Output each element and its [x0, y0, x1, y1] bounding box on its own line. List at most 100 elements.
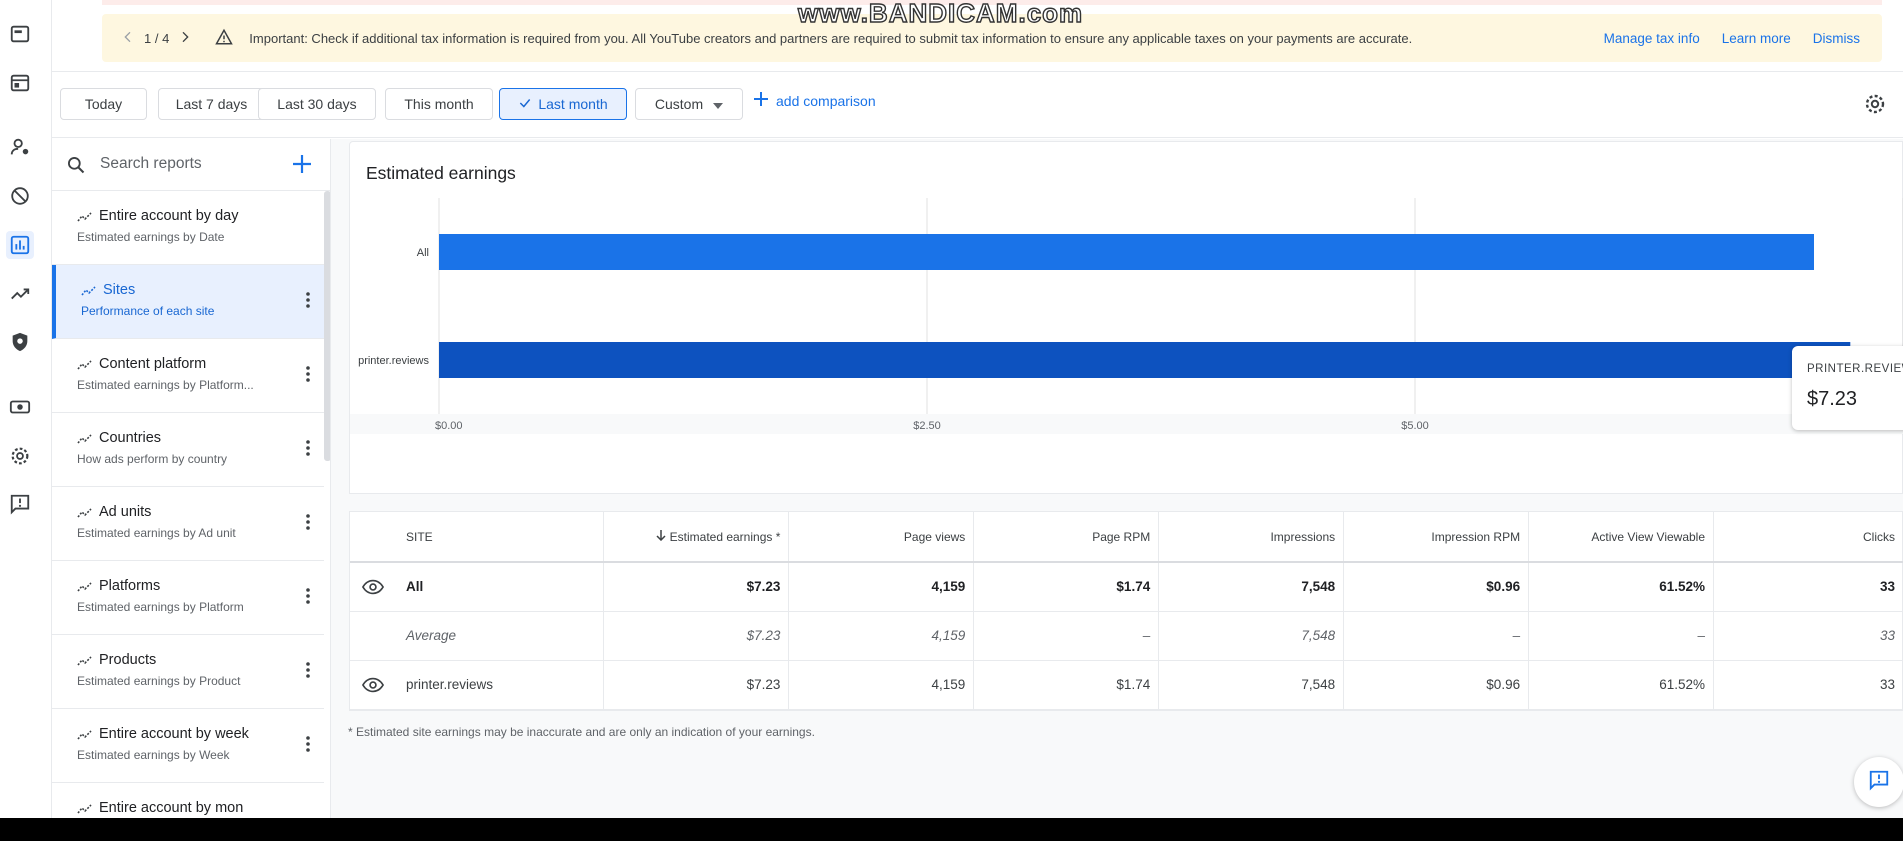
y-category-label: printer.reviews [358, 355, 429, 367]
column-header[interactable]: Clicks [1713, 512, 1903, 563]
privacy-icon[interactable] [6, 328, 34, 356]
more-vert-icon[interactable] [306, 514, 310, 535]
settings-gear-icon[interactable] [1863, 92, 1887, 121]
block-icon[interactable] [6, 182, 34, 210]
chart-card: Estimated earnings $0.00$2.50$5.00$7.50A… [349, 141, 1903, 494]
table-footnote: * Estimated site earnings may be inaccur… [348, 725, 815, 739]
sidebar-item-report[interactable]: Platforms Estimated earnings by Platform [52, 561, 324, 635]
sidebar-item-title: Products [99, 652, 157, 668]
visibility-eye-icon[interactable] [361, 579, 385, 598]
table-cell: 33 [1713, 562, 1903, 612]
table-cell: 7,548 [1158, 562, 1345, 612]
sidebar-scrollbar[interactable] [324, 191, 330, 461]
chevron-left-icon[interactable] [120, 29, 136, 48]
sidebar-item-subtitle: Estimated earnings by Week [77, 748, 230, 762]
report-chart-icon [77, 728, 93, 746]
more-vert-icon[interactable] [306, 588, 310, 609]
table-header-row: SITE Estimated earnings * Page views Page R… [350, 512, 1903, 563]
sidebar-item-report[interactable]: Entire account by mon [52, 783, 324, 818]
table-cell: 61.52% [1528, 562, 1715, 612]
chip-this-month[interactable]: This month [385, 88, 493, 120]
dropdown-arrow-icon [713, 96, 724, 112]
column-header[interactable]: Active View Viewable [1528, 512, 1715, 563]
dismiss-link[interactable]: Dismiss [1813, 31, 1860, 46]
date-filter-bar: Today Last 7 days Last 30 days This mont… [52, 72, 1903, 138]
tooltip-value: $7.23 [1807, 388, 1858, 410]
sidebar-item-report[interactable]: Sites Performance of each site [52, 265, 324, 339]
add-report-icon[interactable] [292, 154, 312, 179]
manage-tax-info-link[interactable]: Manage tax info [1604, 31, 1700, 46]
sidebar-item-report[interactable]: Countries How ads perform by country [52, 413, 324, 487]
row-site-label: printer.reviews [406, 677, 494, 692]
column-header-site[interactable]: SITE [350, 512, 605, 563]
more-vert-icon[interactable] [306, 292, 310, 313]
row-site-cell: All [350, 562, 605, 612]
sidebar-item-title: Entire account by week [99, 726, 249, 742]
page-layout-icon[interactable] [6, 69, 34, 97]
row-site-cell: printer.reviews [350, 660, 605, 710]
column-header[interactable]: Impression RPM [1343, 512, 1530, 563]
more-vert-icon[interactable] [306, 440, 310, 461]
chip-today[interactable]: Today [60, 88, 147, 120]
payments-icon[interactable] [6, 393, 34, 421]
sidebar-item-report[interactable]: Ad units Estimated earnings by Ad unit [52, 487, 324, 561]
table-cell: $0.96 [1343, 660, 1530, 710]
feedback-icon[interactable] [6, 490, 34, 518]
account-access-icon[interactable] [6, 133, 34, 161]
visibility-eye-icon[interactable] [361, 677, 385, 696]
chip-custom[interactable]: Custom [635, 88, 743, 120]
column-header-estimated-earnings[interactable]: Estimated earnings * [603, 512, 790, 563]
report-search[interactable]: Search reports [52, 139, 330, 191]
report-chart-icon [77, 654, 93, 672]
sidebar-item-report[interactable]: Content platform Estimated earnings by Pl… [52, 339, 324, 413]
chevron-right-icon[interactable] [177, 29, 193, 48]
chip-custom-label: Custom [654, 96, 704, 112]
sidebar-item-subtitle: Performance of each site [81, 304, 215, 318]
dashboard-icon[interactable] [6, 20, 34, 48]
column-header[interactable]: Page RPM [973, 512, 1160, 563]
column-header[interactable]: Page views [788, 512, 975, 563]
table-cell: – [1528, 611, 1715, 661]
report-chart-icon [77, 580, 93, 598]
chip-last-month[interactable]: Last month [499, 88, 627, 120]
tooltip-label: PRINTER.REVIEWS [1807, 363, 1903, 375]
search-reports-input[interactable]: Search reports [100, 155, 202, 173]
bar-site [439, 342, 1851, 378]
table-cell: $0.96 [1343, 562, 1530, 612]
check-icon [518, 96, 532, 113]
settings-icon[interactable] [6, 442, 34, 470]
sidebar-item-subtitle: How ads perform by country [77, 452, 228, 466]
chip-last-7-days[interactable]: Last 7 days [158, 88, 265, 120]
table-cell: 4,159 [788, 562, 975, 612]
add-comparison-button[interactable]: add comparison [754, 92, 876, 109]
add-comparison-label: add comparison [776, 92, 876, 109]
reports-icon[interactable] [6, 231, 34, 259]
report-table: SITE Estimated earnings * Page views Page R… [349, 511, 1903, 711]
sidebar-item-report[interactable]: Entire account by day Estimated earnings … [52, 191, 324, 265]
column-header-label: Estimated earnings * [669, 529, 781, 544]
sidebar-item-subtitle: Estimated earnings by Platform [77, 600, 244, 614]
sidebar-item-title: Platforms [99, 578, 161, 594]
row-site-cell: Average [350, 611, 605, 661]
table-cell: $7.23 [603, 611, 790, 661]
table-cell: $1.74 [973, 562, 1160, 612]
more-vert-icon[interactable] [306, 366, 310, 387]
table-cell: 61.52% [1528, 660, 1715, 710]
column-header[interactable]: Impressions [1158, 512, 1345, 563]
notice-message: Important: Check if additional tax infor… [249, 30, 1413, 46]
report-chart-icon [77, 210, 93, 228]
sidebar-item-title: Content platform [99, 356, 207, 372]
report-chart-icon [77, 358, 93, 376]
trends-icon[interactable] [6, 280, 34, 308]
table-cell: $7.23 [603, 562, 790, 612]
x-tick-label: $2.50 [913, 420, 941, 432]
row-site-label: Average [406, 628, 457, 643]
more-vert-icon[interactable] [306, 736, 310, 757]
learn-more-link[interactable]: Learn more [1722, 31, 1791, 46]
more-vert-icon[interactable] [306, 662, 310, 683]
reports-sidebar: Search reports Entire account by day Esti… [52, 139, 331, 818]
feedback-fab[interactable] [1854, 757, 1903, 807]
sidebar-item-report[interactable]: Products Estimated earnings by Product [52, 635, 324, 709]
sidebar-item-report[interactable]: Entire account by week Estimated earnings… [52, 709, 324, 783]
chip-last-30-days[interactable]: Last 30 days [258, 88, 376, 120]
